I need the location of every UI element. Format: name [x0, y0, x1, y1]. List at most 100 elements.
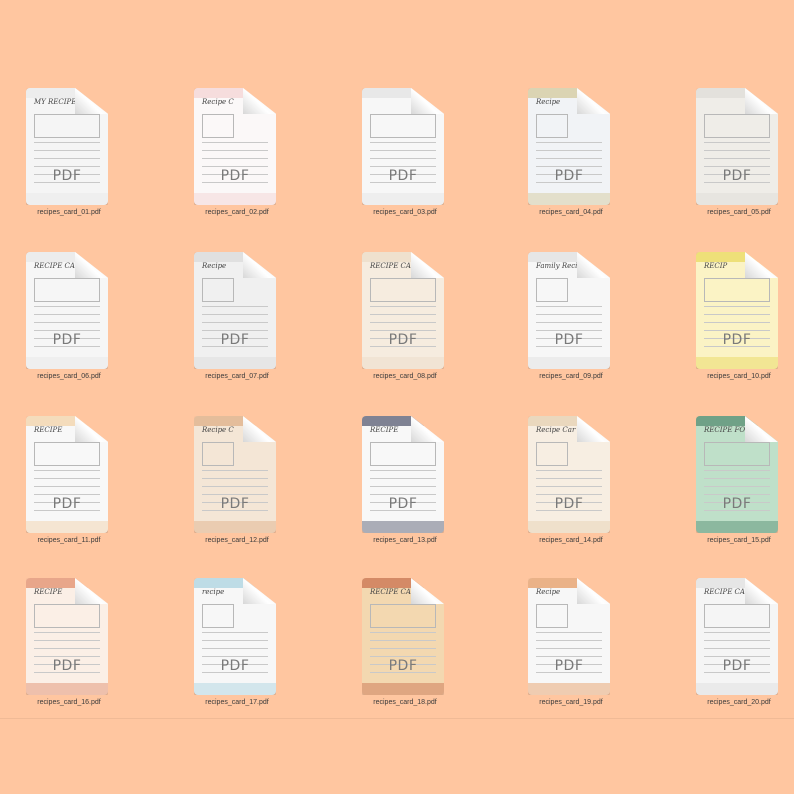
file-name[interactable]: recipes_card_06.pdf: [0, 373, 144, 380]
pdf-file-icon[interactable]: RECIP PDF: [696, 252, 778, 369]
thumbnail-band: [362, 193, 444, 205]
thumbnail-line: [202, 158, 268, 159]
pdf-file-icon[interactable]: PDF: [362, 88, 444, 205]
file-name[interactable]: recipes_card_01.pdf: [0, 209, 144, 216]
file-item[interactable]: Recipe PDF recipes_card_07.pdf: [162, 252, 312, 402]
pdf-file-icon[interactable]: Recipe PDF: [528, 88, 610, 205]
file-item[interactable]: RECIPE PDF recipes_card_13.pdf: [330, 416, 480, 566]
file-item[interactable]: RECIPE CAR PDF recipes_card_18.pdf: [330, 578, 480, 728]
thumbnail-line: [536, 322, 602, 323]
thumbnail-line: [370, 486, 436, 487]
pdf-file-icon[interactable]: RECIPE CARD PDF: [362, 252, 444, 369]
file-name[interactable]: recipes_card_08.pdf: [330, 373, 480, 380]
thumbnail-band: [696, 578, 778, 588]
pdf-label: PDF: [52, 332, 82, 348]
file-name[interactable]: recipes_card_02.pdf: [162, 209, 312, 216]
file-name[interactable]: recipes_card_19.pdf: [496, 699, 646, 706]
thumbnail-line: [202, 478, 268, 479]
pdf-file-icon[interactable]: PDF: [696, 88, 778, 205]
thumbnail-box: [704, 604, 770, 628]
file-item[interactable]: RECIPE CARD PDF recipes_card_08.pdf: [330, 252, 480, 402]
file-item[interactable]: Recipe PDF recipes_card_04.pdf: [496, 88, 646, 238]
pdf-file-icon[interactable]: Family Recipe PDF: [528, 252, 610, 369]
thumbnail-title: RECIPE: [370, 426, 399, 434]
thumbnail-line: [536, 306, 602, 307]
file-name[interactable]: recipes_card_15.pdf: [664, 537, 794, 544]
pdf-file-icon[interactable]: recipe PDF: [194, 578, 276, 695]
file-name[interactable]: recipes_card_14.pdf: [496, 537, 646, 544]
file-name[interactable]: recipes_card_17.pdf: [162, 699, 312, 706]
pdf-file-icon[interactable]: Recipe PDF: [194, 252, 276, 369]
file-name[interactable]: recipes_card_12.pdf: [162, 537, 312, 544]
file-item[interactable]: Family Recipe PDF recipes_card_09.pdf: [496, 252, 646, 402]
thumbnail-line: [370, 478, 436, 479]
file-name[interactable]: recipes_card_20.pdf: [664, 699, 794, 706]
thumbnail-line: [370, 656, 436, 657]
file-item[interactable]: RECIPE PDF recipes_card_11.pdf: [0, 416, 144, 566]
pdf-file-icon[interactable]: RECIPE CAR PDF: [362, 578, 444, 695]
file-item[interactable]: RECIPE FOR PDF recipes_card_15.pdf: [664, 416, 794, 566]
thumbnail-line: [34, 632, 100, 633]
file-name[interactable]: recipes_card_18.pdf: [330, 699, 480, 706]
file-item[interactable]: Recipe PDF recipes_card_19.pdf: [496, 578, 646, 728]
pdf-file-icon[interactable]: RECIPE CA PDF: [696, 578, 778, 695]
pdf-file-icon[interactable]: MY RECIPE PDF: [26, 88, 108, 205]
file-name[interactable]: recipes_card_10.pdf: [664, 373, 794, 380]
file-item[interactable]: RECIPE PDF recipes_card_16.pdf: [0, 578, 144, 728]
thumbnail-band: [26, 416, 108, 426]
thumbnail-line: [704, 322, 770, 323]
pdf-label: PDF: [722, 168, 752, 184]
thumbnail-line: [34, 640, 100, 641]
thumbnail-line: [704, 648, 770, 649]
file-item[interactable]: Recipe Car PDF recipes_card_14.pdf: [496, 416, 646, 566]
pdf-file-icon[interactable]: RECIPE PDF: [26, 416, 108, 533]
file-item[interactable]: RECIP PDF recipes_card_10.pdf: [664, 252, 794, 402]
file-name[interactable]: recipes_card_05.pdf: [664, 209, 794, 216]
pdf-label: PDF: [388, 332, 418, 348]
file-item[interactable]: MY RECIPE PDF recipes_card_01.pdf: [0, 88, 144, 238]
pdf-file-icon[interactable]: RECIPE CAR PDF: [26, 252, 108, 369]
pdf-label: PDF: [554, 658, 584, 674]
file-item[interactable]: Recipe C PDF recipes_card_12.pdf: [162, 416, 312, 566]
thumbnail-box: [202, 114, 234, 138]
file-name[interactable]: recipes_card_07.pdf: [162, 373, 312, 380]
thumbnail-line: [202, 306, 268, 307]
file-name[interactable]: recipes_card_09.pdf: [496, 373, 646, 380]
thumbnail-line: [34, 166, 100, 167]
file-item[interactable]: PDF recipes_card_03.pdf: [330, 88, 480, 238]
pdf-label: PDF: [52, 658, 82, 674]
pdf-file-icon[interactable]: RECIPE FOR PDF: [696, 416, 778, 533]
file-item[interactable]: RECIPE CAR PDF recipes_card_06.pdf: [0, 252, 144, 402]
thumbnail-box: [536, 604, 568, 628]
thumbnail-line: [202, 330, 268, 331]
file-name[interactable]: recipes_card_11.pdf: [0, 537, 144, 544]
file-name[interactable]: recipes_card_04.pdf: [496, 209, 646, 216]
thumbnail-line: [370, 306, 436, 307]
thumbnail-band: [528, 416, 610, 426]
pdf-file-icon[interactable]: Recipe PDF: [528, 578, 610, 695]
thumbnail-band: [26, 578, 108, 588]
thumbnail-box: [34, 604, 100, 628]
thumbnail-box: [370, 278, 436, 302]
file-item[interactable]: PDF recipes_card_05.pdf: [664, 88, 794, 238]
file-name[interactable]: recipes_card_16.pdf: [0, 699, 144, 706]
thumbnail-line: [202, 166, 268, 167]
file-name[interactable]: recipes_card_13.pdf: [330, 537, 480, 544]
pdf-file-icon[interactable]: Recipe Car PDF: [528, 416, 610, 533]
pdf-file-icon[interactable]: RECIPE PDF: [362, 416, 444, 533]
pdf-label: PDF: [722, 496, 752, 512]
pdf-file-icon[interactable]: Recipe C PDF: [194, 416, 276, 533]
pdf-file-icon[interactable]: RECIPE PDF: [26, 578, 108, 695]
thumbnail-box: [202, 604, 234, 628]
file-name[interactable]: recipes_card_03.pdf: [330, 209, 480, 216]
thumbnail-line: [34, 158, 100, 159]
pdf-label: PDF: [52, 496, 82, 512]
file-item[interactable]: RECIPE CA PDF recipes_card_20.pdf: [664, 578, 794, 728]
file-item[interactable]: Recipe C PDF recipes_card_02.pdf: [162, 88, 312, 238]
thumbnail-line: [202, 142, 268, 143]
pdf-file-icon[interactable]: Recipe C PDF: [194, 88, 276, 205]
thumbnail-band: [528, 193, 610, 205]
thumbnail-band: [194, 252, 276, 262]
file-item[interactable]: recipe PDF recipes_card_17.pdf: [162, 578, 312, 728]
thumbnail-band: [696, 357, 778, 369]
